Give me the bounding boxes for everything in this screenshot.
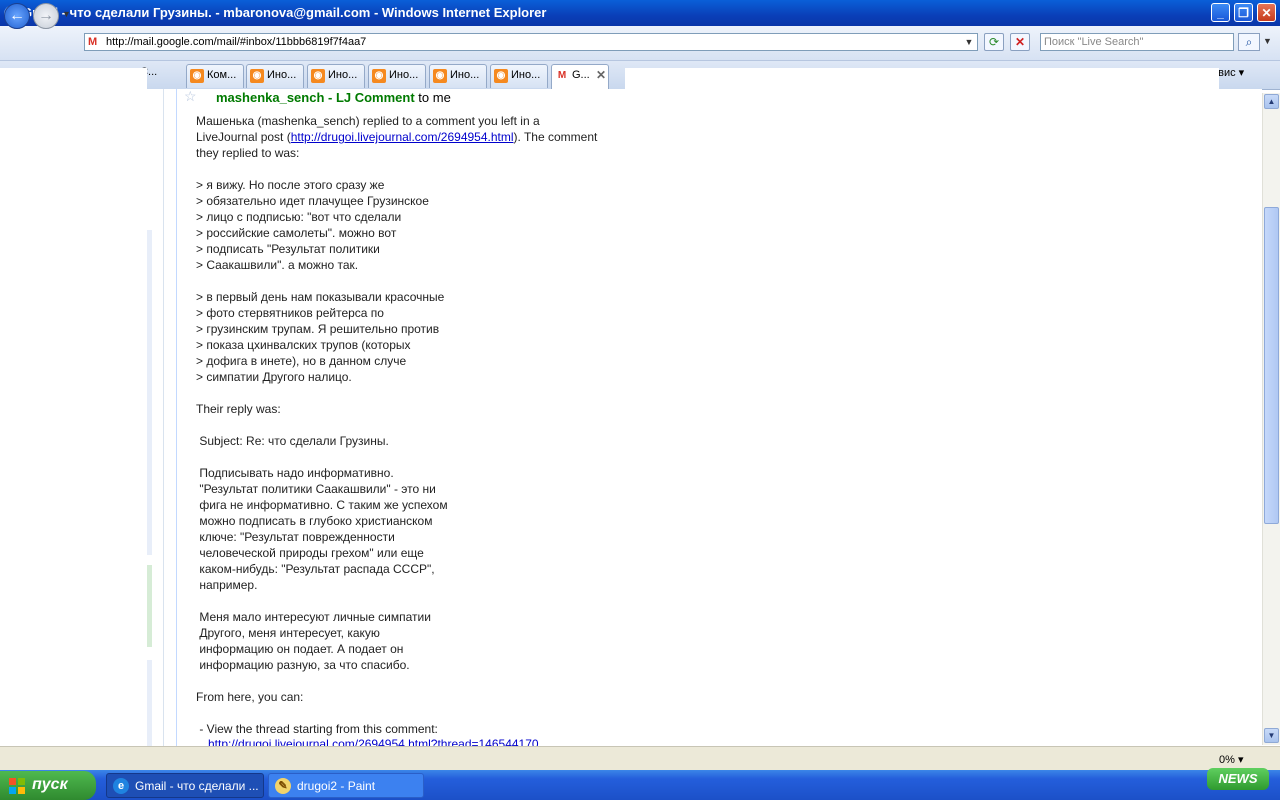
title-bar: e Gmail - что сделали Грузины. - mbarono… [0, 0, 1280, 26]
reply-paragraph-2: Меня мало интересуют личные симпатии Дру… [199, 610, 431, 672]
close-button[interactable]: ✕ [1257, 3, 1276, 22]
search-icon[interactable]: ⌕ [1238, 33, 1260, 51]
reply-subject: Subject: Re: что сделали Грузины. [196, 434, 389, 448]
sender-line: mashenka_sench - LJ Comment to me [216, 90, 451, 105]
intro-line-2a: LiveJournal post ( [196, 130, 291, 144]
rss-icon: ◉ [190, 69, 204, 83]
sidebar-stripe-green [147, 565, 152, 647]
tab[interactable]: ◉ Ино... [429, 64, 487, 88]
search-dropdown[interactable]: ▼ [1263, 36, 1272, 46]
email-body: Машенька (mashenka_sench) replied to a c… [196, 113, 626, 737]
rss-icon: ◉ [372, 69, 386, 83]
tab[interactable]: ◉ Ино... [246, 64, 304, 88]
address-dropdown[interactable]: ▼ [962, 35, 976, 49]
quoted-comment-2: > в первый день нам показывали красочные… [196, 290, 445, 384]
start-label: пуск [32, 776, 68, 793]
address-url[interactable]: http://mail.google.com/mail/#inbox/11bbb… [106, 36, 366, 48]
tab[interactable]: ◉ Ино... [368, 64, 426, 88]
back-arrow-icon[interactable]: ← [4, 3, 30, 29]
rss-icon: ◉ [250, 69, 264, 83]
zoom-value: 0% [1219, 754, 1235, 766]
gmail-icon: M [88, 36, 98, 48]
reply-heading: Their reply was: [196, 402, 281, 416]
rss-icon: ◉ [433, 69, 447, 83]
reply-paragraph-1: Подписывать надо информативно. "Результа… [199, 466, 448, 592]
news-badge[interactable]: NEWS [1207, 768, 1269, 790]
rss-icon: ◉ [494, 69, 508, 83]
windows-flag-icon [9, 778, 25, 794]
rss-icon: ◉ [311, 69, 325, 83]
news-label: NEWS [1218, 771, 1258, 786]
scroll-thumb[interactable] [1264, 207, 1279, 524]
sidebar-stripe [147, 660, 152, 747]
sender-name[interactable]: mashenka_sench - LJ Comment [216, 90, 415, 105]
intro-line-3: they replied to was: [196, 146, 300, 160]
paint-icon: ✎ [275, 778, 291, 794]
intro-line-2b: ). The comment [513, 130, 598, 144]
stop-icon[interactable]: ✕ [1010, 33, 1030, 51]
taskbar-item-gmail[interactable]: e Gmail - что сделали ... [106, 773, 264, 798]
scroll-down-arrow-icon[interactable]: ▼ [1264, 728, 1279, 743]
restore-button[interactable]: ❐ [1234, 3, 1253, 22]
taskbar-item-label: drugoi2 - Paint [297, 779, 376, 793]
taskbar-item-paint[interactable]: ✎ drugoi2 - Paint [268, 773, 424, 798]
tab[interactable]: ◉ Ком... [186, 64, 244, 88]
ie-icon: e [113, 778, 129, 794]
paint-canvas-right [625, 68, 1219, 796]
page-right-margin [1219, 89, 1262, 747]
gmail-icon: M [557, 70, 567, 81]
email-content: ☆ mashenka_sench - LJ Comment to me Маше… [163, 89, 626, 747]
tab-label: G... [572, 69, 590, 81]
zoom-level[interactable]: 0% ▾ [1219, 753, 1243, 766]
view-thread-label: - View the thread starting from this com… [196, 722, 438, 736]
from-here: From here, you can: [196, 690, 304, 704]
tab-close-icon[interactable]: ✕ [596, 68, 606, 82]
intro-line-1: Машенька (mashenka_sench) replied to a c… [196, 114, 540, 128]
address-bar[interactable]: M http://mail.google.com/mail/#inbox/11b… [84, 33, 978, 51]
refresh-icon[interactable]: ⟳ [984, 33, 1004, 51]
status-bar [0, 746, 1280, 771]
tab-label: Ком... [207, 69, 237, 81]
tab-label: Ино... [328, 69, 358, 81]
scroll-up-arrow-icon[interactable]: ▲ [1264, 94, 1279, 109]
window-title: Gmail - что сделали Грузины. - mbaronova… [22, 5, 547, 20]
start-button[interactable]: пуск [0, 771, 96, 800]
minimize-button[interactable]: _ [1211, 3, 1230, 22]
taskbar-item-label: Gmail - что сделали ... [135, 779, 259, 793]
tab-label: Ино... [267, 69, 297, 81]
star-icon[interactable]: ☆ [184, 89, 197, 105]
tab[interactable]: ◉ Ино... [307, 64, 365, 88]
vertical-scrollbar[interactable]: ▲ ▼ [1262, 93, 1280, 745]
tab-gmail-active[interactable]: M G... ✕ [551, 64, 609, 89]
quoted-comment-1: > я вижу. Но после этого сразу же > обяз… [196, 178, 429, 272]
sidebar-stripe [147, 230, 152, 555]
tab-label: Ино... [389, 69, 419, 81]
forward-arrow-icon[interactable]: → [33, 3, 59, 29]
search-input[interactable]: Поиск "Live Search" [1040, 33, 1234, 51]
paint-canvas-left [0, 68, 147, 752]
tab[interactable]: ◉ Ино... [490, 64, 548, 88]
tab-label: Ино... [511, 69, 541, 81]
recipient: to me [414, 90, 451, 105]
history-dropdown[interactable]: ▼ [62, 9, 71, 19]
tab-label: Ино... [450, 69, 480, 81]
post-link[interactable]: http://drugoi.livejournal.com/2694954.ht… [291, 130, 514, 144]
